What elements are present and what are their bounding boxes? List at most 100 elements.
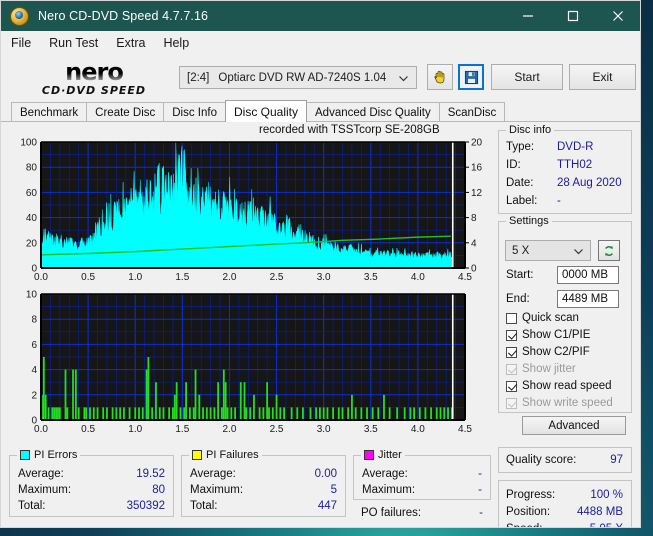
svg-text:4.5: 4.5 [458,272,472,283]
tab-advanced-disc-quality[interactable]: Advanced Disc Quality [306,102,440,122]
quality-score-group: Quality score: 97 [498,447,632,473]
start-button[interactable]: Start [491,64,563,90]
jitter-maximum-value: - [478,484,482,496]
checkbox-box [506,346,517,358]
pi-errors-maximum-value: 80 [152,484,165,496]
speed-select-value: 5 X [512,244,530,257]
quality-score-value: 97 [610,454,623,466]
exit-button[interactable]: Exit [569,64,636,90]
pi-errors-maximum-label: Maximum: [18,484,72,496]
tab-bar: Benchmark Create Disc Disc Info Disc Qua… [1,100,640,122]
close-icon[interactable] [595,1,640,31]
jitter-maximum-label: Maximum: [362,484,416,496]
jitter-title: Jitter [361,449,405,461]
svg-text:20: 20 [471,138,483,149]
toolbar: nero CD·DVD SPEED [2:4] Optiarc DVD RW A… [1,55,640,100]
tab-scandisc[interactable]: ScanDisc [438,102,506,122]
disc-label-value: - [557,195,561,207]
title-bar: Nero CD-DVD Speed 4.7.7.16 [1,1,640,31]
svg-text:3.0: 3.0 [317,272,331,283]
menu-file[interactable]: File [11,34,41,52]
svg-text:3.5: 3.5 [364,272,378,283]
checkbox-box [506,397,517,409]
logo-subtitle: CD·DVD SPEED [41,83,147,97]
checkbox-show-c1-pie[interactable]: Show C1/PIE [506,329,590,341]
svg-text:1.5: 1.5 [175,424,189,435]
drive-select[interactable]: [2:4] Optiarc DVD RW AD-7240S 1.04 [179,66,417,89]
tab-disc-info[interactable]: Disc Info [163,102,226,122]
svg-text:80: 80 [26,163,38,174]
start-mb-label: Start: [506,269,534,281]
menu-help[interactable]: Help [163,34,199,52]
disc-label-label: Label: [506,195,538,207]
pi-failures-group: PI Failures Average: 0.00 Maximum: 5 Tot… [181,449,346,517]
svg-text:4.0: 4.0 [411,272,425,283]
checkbox-show-write-speed: Show write speed [506,397,613,409]
logo-wordmark: nero [65,57,124,86]
checkbox-box [506,329,517,341]
advanced-button[interactable]: Advanced [522,416,626,435]
tab-benchmark[interactable]: Benchmark [11,102,88,122]
svg-text:0.5: 0.5 [81,272,95,283]
refresh-button[interactable] [598,240,620,261]
window-title: Nero CD-DVD Speed 4.7.7.16 [38,9,209,23]
svg-text:2.5: 2.5 [270,424,284,435]
tab-content-disc-quality: recorded with TSSTcorp SE-208GB 0 20 40 60 8… [1,121,640,527]
floppy-save-button[interactable] [458,64,484,90]
jitter-group: Jitter Average: - Maximum: - [353,449,491,500]
svg-text:12: 12 [471,188,483,199]
maximize-icon[interactable] [550,1,595,31]
svg-text:2: 2 [31,390,37,401]
end-mb-label: End: [506,293,530,305]
svg-text:3.5: 3.5 [364,424,378,435]
checkbox-label: Show jitter [522,363,576,375]
tab-disc-quality[interactable]: Disc Quality [225,100,308,122]
disc-info-group: Disc info Type: DVD-R ID: TTH02 Date: 28… [498,124,632,214]
hand-cursor-icon-button[interactable] [427,64,453,90]
disc-id-label: ID: [506,159,521,171]
settings-group: Settings 5 X Start: 0000 MB End: 4489 MB… [498,215,632,413]
pi-errors-average-value: 19.52 [136,468,165,480]
po-failures-label: PO failures: [361,507,422,519]
progress-label: Progress: [506,489,556,501]
menu-run-test[interactable]: Run Test [49,34,108,52]
menu-extra[interactable]: Extra [116,34,155,52]
svg-text:40: 40 [26,213,38,224]
checkbox-quick-scan[interactable]: Quick scan [506,312,579,324]
pi-failures-maximum-value: 5 [330,484,337,496]
checkbox-show-c2-pif[interactable]: Show C2/PIF [506,346,590,358]
pi-failures-color-swatch [192,450,202,460]
pi-errors-title: PI Errors [17,449,81,461]
svg-text:60: 60 [26,188,38,199]
jitter-color-swatch [364,450,374,460]
speed-select[interactable]: 5 X [505,240,591,261]
start-mb-input[interactable]: 0000 MB [557,266,619,284]
drive-name: Optiarc DVD RW AD-7240S 1.04 [218,71,387,84]
chevron-down-icon [573,246,584,260]
tab-create-disc[interactable]: Create Disc [86,102,165,122]
drive-index: [2:4] [187,71,210,84]
pi-failures-total-value: 447 [317,500,337,512]
svg-text:4: 4 [471,238,477,249]
svg-text:4: 4 [31,365,37,376]
svg-text:0.0: 0.0 [34,272,48,283]
svg-text:10: 10 [26,290,38,301]
disc-type-value: DVD-R [557,141,594,153]
pi-errors-total-label: Total: [18,500,46,512]
disc-info-title: Disc info [506,124,555,136]
disc-date-value: 28 Aug 2020 [557,177,622,189]
checkbox-label: Show C2/PIF [522,346,590,358]
hand-cursor-icon [434,70,445,84]
minimize-icon[interactable] [505,1,550,31]
progress-value: 100 % [590,489,623,501]
nero-app-icon [10,6,29,26]
nero-logo: nero CD·DVD SPEED [19,60,169,96]
floppy-save-icon [464,70,478,84]
svg-text:3.0: 3.0 [317,424,331,435]
end-mb-input[interactable]: 4489 MB [557,290,619,308]
checkbox-label: Show read speed [522,380,612,392]
checkbox-label: Quick scan [522,312,579,324]
checkbox-show-read-speed[interactable]: Show read speed [506,380,612,392]
pi-failures-average-label: Average: [190,468,236,480]
svg-text:0.5: 0.5 [81,424,95,435]
